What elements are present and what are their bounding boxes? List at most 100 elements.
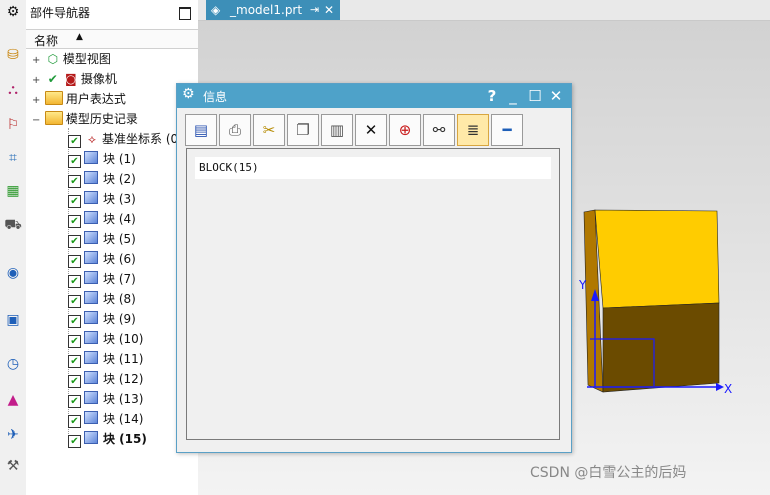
help-button[interactable]: ?: [483, 86, 501, 106]
block-icon: [84, 251, 98, 264]
tree-node-block[interactable]: ✔ 块 (1): [68, 149, 136, 169]
find-icon[interactable]: ⊕: [389, 114, 421, 146]
roles-icon[interactable]: ◷: [3, 354, 23, 374]
checkbox-icon[interactable]: ✔: [68, 375, 81, 388]
tree-node-label: 基准坐标系 (0): [102, 132, 183, 146]
checkbox-icon[interactable]: ✔: [68, 155, 81, 168]
checkbox-icon[interactable]: ✔: [68, 175, 81, 188]
system-materials-icon[interactable]: ▲: [3, 390, 23, 410]
info-text-area[interactable]: BLOCK(15): [186, 148, 560, 440]
tree-node-block[interactable]: ✔ 块 (13): [68, 389, 143, 409]
checkbox-icon[interactable]: ✔: [68, 255, 81, 268]
checkbox-icon[interactable]: ✔: [68, 335, 81, 348]
maximize-button[interactable]: ☐: [526, 86, 544, 106]
gear-icon[interactable]: ⚙: [3, 2, 23, 22]
tree-node-block[interactable]: ✔ 块 (11): [68, 349, 143, 369]
tree-node-label: 块 (1): [103, 152, 136, 166]
close-button[interactable]: ✕: [547, 86, 565, 106]
checkbox-icon[interactable]: ✔: [68, 235, 81, 248]
tab-model1[interactable]: ◈ _model1.prt ⇥ ✕: [206, 0, 340, 20]
find-next-icon[interactable]: ⚯: [423, 114, 455, 146]
dialog-title-bar[interactable]: ⚙ 信息 ? _ ☐ ✕: [177, 84, 571, 108]
tree-node-user-expressions[interactable]: + 用户表达式: [32, 89, 126, 109]
save-icon[interactable]: ▤: [185, 114, 217, 146]
process-studio-icon[interactable]: ▣: [3, 310, 23, 330]
block-icon: [84, 311, 98, 324]
copy-icon[interactable]: ❐: [287, 114, 319, 146]
checkbox-icon[interactable]: ✔: [68, 395, 81, 408]
checkbox-icon[interactable]: ✔: [68, 315, 81, 328]
checkbox-icon[interactable]: ✔: [68, 275, 81, 288]
tree-node-label: 块 (15): [103, 432, 147, 446]
web-browser-icon[interactable]: ⛟: [3, 215, 23, 235]
wrap-icon[interactable]: ≣: [457, 114, 489, 146]
machine-tool-icon[interactable]: ⚒: [3, 456, 23, 476]
reuse-library-icon[interactable]: ⌗: [3, 148, 23, 168]
manufacturing-wizard-icon[interactable]: ✈: [3, 425, 23, 445]
tree-node-block[interactable]: ✔ 块 (8): [68, 289, 136, 309]
tree-node-model-views[interactable]: + ⬡ 模型视图: [32, 49, 111, 69]
tree-node-datum-csys[interactable]: ✔ ⟡ 基准坐标系 (0): [68, 129, 183, 149]
block-icon: [84, 171, 98, 184]
tree-node-model-history[interactable]: − 模型历史记录: [32, 109, 138, 129]
tree-node-block[interactable]: ✔ 块 (3): [68, 189, 136, 209]
tree-node-block[interactable]: ✔ 块 (9): [68, 309, 136, 329]
tree-node-block[interactable]: ✔ 块 (4): [68, 209, 136, 229]
restore-icon[interactable]: [179, 7, 191, 20]
block-icon: [84, 291, 98, 304]
tree-node-label: 块 (11): [103, 352, 144, 366]
tree-node-label: 块 (6): [103, 252, 136, 266]
tree-node-block[interactable]: ✔ 块 (7): [68, 269, 136, 289]
part-navigator-icon[interactable]: ⚐: [3, 115, 23, 135]
expand-icon[interactable]: +: [32, 91, 41, 111]
block-icon: [84, 231, 98, 244]
navigator-column-header[interactable]: 名称 ▲: [26, 29, 198, 49]
assembly-navigator-icon[interactable]: ⛁: [3, 45, 23, 65]
cut-icon[interactable]: ✂: [253, 114, 285, 146]
collapse-icon[interactable]: ━: [491, 114, 523, 146]
tree-node-block[interactable]: ✔ 块 (5): [68, 229, 136, 249]
cube-front-face[interactable]: [602, 302, 720, 393]
block-icon: [84, 391, 98, 404]
tree-node-block[interactable]: ✔ 块 (2): [68, 169, 136, 189]
checkbox-icon[interactable]: ✔: [68, 215, 81, 228]
tree-node-label: 块 (5): [103, 232, 136, 246]
constraint-navigator-icon[interactable]: ⛬: [3, 80, 23, 100]
tree-node-block[interactable]: ✔ 块 (15): [68, 429, 147, 449]
block-icon: [84, 411, 98, 424]
tree-node-block[interactable]: ✔ 块 (6): [68, 249, 136, 269]
sort-ascending-icon[interactable]: ▲: [76, 32, 83, 42]
history-icon[interactable]: ◉: [3, 263, 23, 283]
x-axis-arrow: [716, 383, 724, 391]
close-icon[interactable]: ✕: [324, 0, 334, 20]
hd3d-tools-icon[interactable]: ▦: [3, 181, 23, 201]
tree-node-block[interactable]: ✔ 块 (12): [68, 369, 143, 389]
collapse-icon[interactable]: −: [32, 111, 41, 131]
tree-node-label: 模型视图: [62, 52, 111, 66]
minimize-button[interactable]: _: [504, 86, 522, 106]
checkbox-icon[interactable]: ✔: [68, 195, 81, 208]
checkbox-icon[interactable]: ✔: [68, 435, 81, 448]
datum-csys-icon: ⟡: [88, 132, 96, 146]
checkbox-icon[interactable]: ✔: [68, 295, 81, 308]
expand-icon[interactable]: +: [32, 51, 41, 71]
information-dialog[interactable]: ⚙ 信息 ? _ ☐ ✕ ▤ ⎙ ✂ ❐ ▥ ✕ ⊕ ⚯ ≣ ━ BLOCK(1…: [176, 83, 572, 453]
paste-icon[interactable]: ▥: [321, 114, 353, 146]
checkbox-icon[interactable]: ✔: [68, 355, 81, 368]
tree-node-label: 块 (4): [103, 212, 136, 226]
print-icon[interactable]: ⎙: [219, 114, 251, 146]
cube-top-face[interactable]: [594, 209, 720, 309]
tree-node-label: 块 (7): [103, 272, 136, 286]
column-name[interactable]: 名称: [34, 32, 58, 49]
folder-icon: [44, 91, 63, 105]
tree-node-camera[interactable]: + ✔ ◙ 摄像机: [32, 69, 117, 89]
tree-node-block[interactable]: ✔ 块 (14): [68, 409, 143, 429]
tree-node-label: 块 (12): [103, 372, 144, 386]
tree-node-block[interactable]: ✔ 块 (10): [68, 329, 143, 349]
checkbox-icon[interactable]: ✔: [68, 135, 81, 148]
info-text[interactable]: BLOCK(15): [195, 157, 551, 179]
delete-icon[interactable]: ✕: [355, 114, 387, 146]
tree-node-label: 块 (9): [103, 312, 136, 326]
checkbox-icon[interactable]: ✔: [68, 415, 81, 428]
expand-icon[interactable]: +: [32, 71, 41, 91]
